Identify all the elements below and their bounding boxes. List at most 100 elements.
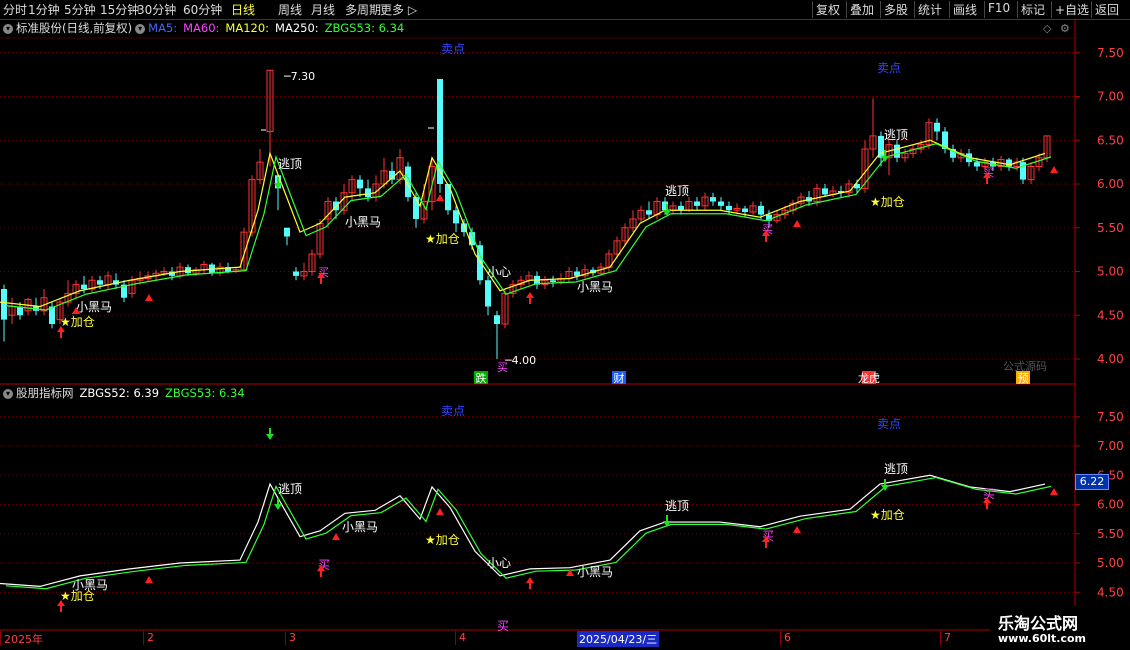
- pane2-title: 股朋指标网: [16, 386, 74, 400]
- toolbar-right-item-5[interactable]: F10: [988, 1, 1010, 15]
- pane1-settings-icon[interactable]: ▾: [135, 23, 146, 34]
- triangle-icon: [1050, 488, 1058, 495]
- signal-add-position: ★加仓: [425, 232, 460, 246]
- date-label: 4: [459, 631, 466, 644]
- diamond-icon[interactable]: ◇: [1043, 22, 1051, 35]
- toolbar-item-2[interactable]: 5分钟: [64, 1, 96, 18]
- axis1-tick-label: 7.50: [1097, 46, 1124, 60]
- candle-body-down: [758, 205, 764, 215]
- signal-buy: 买: [497, 361, 508, 374]
- toolbar-item-1[interactable]: 1分钟: [28, 1, 60, 18]
- toolbar-right-item-3[interactable]: 统计: [918, 1, 942, 18]
- toolbar-right-item-1[interactable]: 叠加: [850, 1, 874, 18]
- toolbar-right-item-0[interactable]: 复权: [816, 1, 840, 18]
- signal-sell-point: 卖点: [441, 42, 465, 56]
- triangle-icon: [145, 576, 153, 583]
- buy-arrow-icon: [526, 577, 534, 589]
- axis2-tick-label: 5.50: [1097, 527, 1124, 541]
- signal-escape-top: 逃顶: [278, 482, 302, 496]
- high-price-label: ─7.30: [283, 70, 315, 83]
- date-label: 3: [289, 631, 296, 644]
- toolbar-right-item-2[interactable]: 多股: [884, 1, 908, 18]
- event-marker-text: 龙虎: [858, 372, 880, 385]
- candle-body-down: [822, 188, 828, 195]
- candle-body-down: [284, 227, 290, 237]
- legend-zbgs53: ZBGS53: 6.34: [324, 21, 405, 35]
- pane1-menu-icon[interactable]: ▾: [3, 23, 13, 34]
- toolbar-item-6[interactable]: 日线: [231, 1, 255, 18]
- toolbar-separator: [812, 1, 813, 18]
- date-tick: [0, 631, 1, 645]
- toolbar-right-item-6[interactable]: 标记: [1021, 1, 1045, 18]
- triangle-icon: [332, 533, 340, 540]
- toolbar-right-item-7[interactable]: +自选: [1055, 1, 1089, 18]
- toolbar-item-10[interactable]: 更多 ▷: [380, 1, 417, 18]
- toolbar-item-0[interactable]: 分时: [3, 1, 27, 18]
- date-label: 6: [784, 631, 791, 644]
- axis1-tick-label: 4.00: [1097, 352, 1124, 366]
- toolbar-item-9[interactable]: 多周期: [345, 1, 381, 18]
- axis2-tick-label: 7.50: [1097, 410, 1124, 424]
- toolbar-separator: [1017, 1, 1018, 18]
- signal-sell-point: 卖点: [441, 404, 465, 418]
- toolbar-separator: [846, 1, 847, 18]
- toolbar-item-3[interactable]: 15分钟: [100, 1, 139, 18]
- legend-ma120: MA120:: [225, 21, 270, 35]
- candle-body-down: [742, 208, 748, 212]
- axis1-tick-label: 7.00: [1097, 90, 1124, 104]
- axis2-tick-label: 7.00: [1097, 439, 1124, 453]
- candle-body-down: [97, 280, 103, 285]
- event-marker-text: 财: [614, 371, 625, 385]
- signal-add-position: ★加仓: [870, 508, 905, 522]
- zbgs53-line: [5, 476, 1052, 590]
- toolbar-item-4[interactable]: 30分钟: [137, 1, 176, 18]
- legend-ma5: MA5:: [148, 21, 178, 35]
- candle-body-down: [293, 271, 299, 276]
- ma-line-yellow: [0, 139, 1046, 308]
- site-badge-title: 乐淘公式网: [998, 614, 1079, 633]
- chart-canvas[interactable]: 7.50 7.00 6.50 6.00 5.50 5.00 4.50 4.00 7.50 7.00…: [0, 0, 1130, 650]
- axis2-tick-label: 5.00: [1097, 556, 1124, 570]
- pane1-header: ▾ 标准股份(日线,前复权) ▾ MA5: MA60: MA120: MA250: ZBGS5…: [0, 20, 410, 38]
- candle-body-down: [453, 210, 459, 224]
- toolbar-separator: [984, 1, 985, 18]
- axis1-tick-label: 5.00: [1097, 265, 1124, 279]
- pane2-menu-icon[interactable]: ▾: [3, 388, 13, 399]
- signal-caution: 小心: [487, 265, 511, 279]
- date-tick: [143, 631, 144, 645]
- ma-line-green: [5, 143, 1052, 311]
- pane1-title: 标准股份(日线,前复权): [16, 21, 133, 35]
- toolbar-item-5[interactable]: 60分钟: [183, 1, 222, 18]
- signal-sell-point: 卖点: [877, 417, 901, 431]
- pane2-header: ▾ 股朋指标网 ZBGS52: 6.39 ZBGS53: 6.34: [0, 385, 251, 403]
- date-label: 7: [944, 631, 951, 644]
- toolbar-right-item-8[interactable]: 返回: [1095, 1, 1119, 18]
- candle-body-down: [485, 280, 491, 307]
- buy-arrow-icon: [526, 292, 534, 304]
- legend-zbgs52: ZBGS52: 6.39: [79, 386, 160, 400]
- signal-dark-horse: 小黑马: [345, 215, 381, 229]
- candle-body-down: [718, 201, 724, 206]
- low-price-label: ─4.00: [504, 354, 536, 367]
- axis2-tick-label: 6.00: [1097, 498, 1124, 512]
- candle-body-down: [365, 188, 371, 198]
- candle-body-down: [81, 284, 87, 289]
- toolbar-right-item-4[interactable]: 画线: [953, 1, 977, 18]
- signal-dark-horse: 小黑马: [342, 520, 378, 534]
- triangle-icon: [436, 508, 444, 515]
- candle-body-down: [357, 179, 363, 189]
- toolbar-item-7[interactable]: 周线: [278, 1, 302, 18]
- signal-dark-horse: 小黑马: [577, 280, 613, 294]
- toolbar-item-8[interactable]: 月线: [311, 1, 335, 18]
- date-tick: [780, 631, 781, 645]
- triangle-icon: [1050, 166, 1058, 173]
- watermark-text: 公式源码: [1003, 360, 1047, 373]
- candle-body-down: [710, 197, 716, 202]
- candle-body-down: [678, 205, 684, 211]
- site-badge-url: www.60lt.com: [998, 632, 1087, 645]
- gear-icon[interactable]: ⚙: [1060, 22, 1070, 35]
- candle-body-down: [1006, 159, 1012, 167]
- signal-escape-top: 逃顶: [665, 499, 689, 513]
- date-tick: [940, 631, 941, 645]
- signal-escape-top: 逃顶: [884, 128, 908, 142]
